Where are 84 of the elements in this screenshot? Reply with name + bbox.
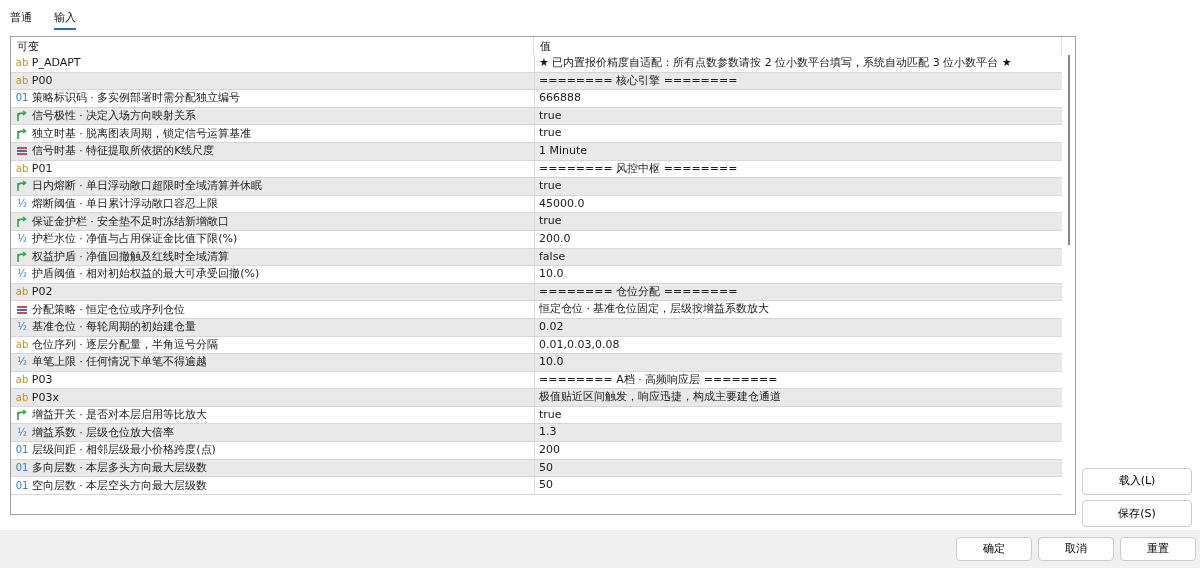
- parameter-name: 日内熔断 · 单日浮动敞口超限时全域清算并休眠: [31, 178, 263, 195]
- side-button[interactable]: 载入(L): [1082, 467, 1192, 495]
- parameter-name: 信号时基 · 特征提取所依据的K线尺度: [31, 143, 215, 160]
- column-header: 值: [534, 37, 1062, 55]
- parameter-name: 基准仓位 · 每轮周期的初始建仓量: [31, 319, 197, 336]
- parameter-value[interactable]: 200: [534, 442, 1062, 459]
- parameter-value[interactable]: 0.02: [534, 318, 1062, 336]
- parameter-value[interactable]: 0.01,0.03,0.08: [534, 336, 1062, 354]
- parameter-value[interactable]: ★ 已内置报价精度自适配：所有点数参数请按 2 位小数平台填写，系统自动匹配 3 位小数平台 ★: [534, 55, 1062, 72]
- parameter-name: 增益开关 · 是否对本层启用等比放大: [31, 407, 208, 424]
- branch-arrow-icon: [16, 409, 28, 422]
- parameter-name: P03x: [31, 389, 59, 406]
- parameter-name: 护盾阈值 · 相对初始权益的最大可承受回撤(%): [31, 266, 260, 283]
- column-header: 可变: [11, 37, 534, 55]
- parameter-name: 独立时基 · 脱离图表周期，锁定信号运算基准: [31, 125, 252, 142]
- parameter-value[interactable]: false: [534, 248, 1062, 266]
- parameter-value[interactable]: ======== 仓位分配 ========: [534, 283, 1062, 301]
- branch-arrow-icon: [16, 250, 28, 263]
- parameter-value[interactable]: 666888: [534, 90, 1062, 107]
- parameter-value[interactable]: 恒定仓位 · 基准仓位固定，层级按增益系数放大: [534, 301, 1062, 318]
- branch-arrow-icon: [16, 110, 28, 123]
- type-icon: ab: [15, 389, 29, 406]
- type-icon: ab: [15, 72, 29, 89]
- parameter-value[interactable]: 200.0: [534, 230, 1062, 248]
- parameter-value[interactable]: true: [534, 107, 1062, 125]
- parameter-value[interactable]: ======== 核心引擎 ========: [534, 72, 1062, 90]
- tab[interactable]: 普通: [10, 6, 32, 30]
- type-icon: ½: [15, 196, 29, 213]
- parameter-value[interactable]: 10.0: [534, 266, 1062, 283]
- parameter-name: P03: [31, 372, 53, 388]
- type-icon: ab: [15, 372, 29, 388]
- parameter-value[interactable]: 1 Minute: [534, 142, 1062, 160]
- parameter-value[interactable]: true: [534, 213, 1062, 230]
- type-icon: ab: [15, 284, 29, 300]
- parameter-name: 仓位序列 · 逐层分配量，半角逗号分隔: [31, 336, 219, 353]
- type-icon: ab: [15, 336, 29, 353]
- parameter-name: P00: [31, 72, 53, 89]
- list-icon: [16, 145, 28, 158]
- parameter-name: 策略标识码 · 多实例部署时需分配独立编号: [31, 90, 241, 107]
- parameter-name: 增益系数 · 层级仓位放大倍率: [31, 424, 175, 441]
- dialog-button[interactable]: 取消: [1038, 537, 1114, 561]
- parameter-value[interactable]: 极值贴近区间触发，响应迅捷，构成主要建仓通道: [534, 389, 1062, 406]
- parameter-name: P01: [31, 160, 53, 177]
- side-button[interactable]: 保存(S): [1082, 500, 1192, 528]
- type-icon: ab: [15, 55, 29, 72]
- parameter-name: 分配策略 · 恒定仓位或序列仓位: [31, 301, 186, 318]
- parameter-value[interactable]: ======== A档 · 高频响应层 ========: [534, 371, 1062, 389]
- parameter-value[interactable]: true: [534, 178, 1062, 195]
- type-icon: ½: [15, 424, 29, 441]
- parameter-value[interactable]: 50: [534, 459, 1062, 477]
- type-icon: ½: [15, 354, 29, 371]
- parameter-name: 权益护盾 · 净值回撤触及红线时全域清算: [31, 248, 230, 265]
- dialog-button[interactable]: 确定: [956, 537, 1032, 561]
- parameter-name: P_ADAPT: [31, 55, 81, 72]
- parameter-value[interactable]: ======== 风控中枢 ========: [534, 160, 1062, 178]
- parameter-name: 层级间距 · 相邻层级最小价格跨度(点): [31, 442, 216, 459]
- parameter-value[interactable]: 1.3: [534, 424, 1062, 442]
- parameter-value[interactable]: true: [534, 125, 1062, 142]
- type-icon: 01: [15, 442, 29, 459]
- parameter-value[interactable]: 10.0: [534, 354, 1062, 371]
- branch-arrow-icon: [16, 215, 28, 228]
- parameter-value[interactable]: 50: [534, 477, 1062, 494]
- tab[interactable]: 输入: [54, 6, 76, 30]
- parameter-value[interactable]: true: [534, 406, 1062, 424]
- list-icon: [16, 303, 28, 316]
- parameter-name: 信号极性 · 决定入场方向映射关系: [31, 108, 197, 125]
- type-icon: ab: [15, 160, 29, 177]
- parameter-name: 空向层数 · 本层空头方向最大层级数: [31, 477, 208, 494]
- type-icon: 01: [15, 459, 29, 476]
- type-icon: 01: [15, 90, 29, 107]
- type-icon: ½: [15, 319, 29, 336]
- type-icon: 01: [15, 477, 29, 494]
- branch-arrow-icon: [16, 127, 28, 140]
- parameter-value[interactable]: 45000.0: [534, 195, 1062, 213]
- dialog-button[interactable]: 重置: [1120, 537, 1196, 561]
- parameter-name: 护栏水位 · 净值与占用保证金比值下限(%): [31, 231, 238, 248]
- parameter-name: 保证金护栏 · 安全垫不足时冻结新增敞口: [31, 213, 230, 230]
- type-icon: ½: [15, 266, 29, 283]
- type-icon: ½: [15, 231, 29, 248]
- parameter-name: 单笔上限 · 任何情况下单笔不得逾越: [31, 354, 208, 371]
- parameter-name: 多向层数 · 本层多头方向最大层级数: [31, 459, 208, 476]
- branch-arrow-icon: [16, 180, 28, 193]
- parameter-name: 熔断阈值 · 单日累计浮动敞口容忍上限: [31, 196, 219, 213]
- parameter-name: P02: [31, 284, 53, 300]
